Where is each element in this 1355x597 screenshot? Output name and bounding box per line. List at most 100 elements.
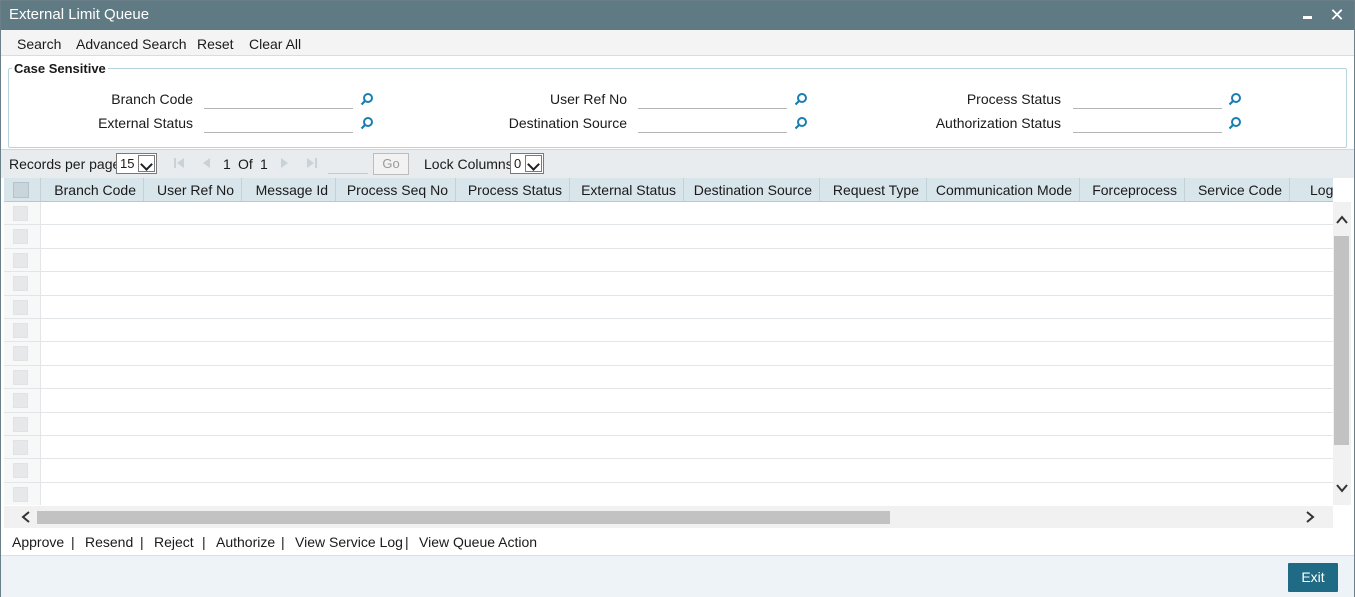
authorize-link[interactable]: Authorize <box>216 534 275 550</box>
table-row[interactable] <box>4 459 1333 483</box>
authorization-status-input[interactable] <box>1073 111 1222 133</box>
row-select-cell <box>4 295 41 318</box>
row-checkbox[interactable] <box>13 369 28 385</box>
row-checkbox[interactable] <box>13 393 28 409</box>
row-checkbox[interactable] <box>13 276 28 292</box>
row-checkbox[interactable] <box>13 206 28 221</box>
column-header-forceprocess[interactable]: Forceprocess <box>1080 178 1185 201</box>
view-service-log-link[interactable]: View Service Log <box>295 534 403 550</box>
row-checkbox[interactable] <box>13 416 28 432</box>
row-select-cell <box>4 342 41 365</box>
view-queue-action-link[interactable]: View Queue Action <box>419 534 537 550</box>
lock-columns-select[interactable]: 0 <box>510 153 544 174</box>
column-header-user-ref-no[interactable]: User Ref No <box>144 178 242 201</box>
separator: | <box>405 534 409 550</box>
separator: | <box>71 534 75 550</box>
vertical-scrollbar[interactable] <box>1333 202 1351 505</box>
table-row[interactable] <box>4 248 1333 273</box>
close-icon[interactable]: ✕ <box>1327 5 1347 25</box>
row-checkbox[interactable] <box>13 299 28 315</box>
external-status-label: External Status <box>98 115 193 131</box>
exit-button[interactable]: Exit <box>1288 563 1338 592</box>
chevron-down-icon <box>525 155 542 172</box>
row-select-cell <box>4 436 41 459</box>
branch-code-lookup-icon[interactable] <box>360 92 374 106</box>
row-select-cell <box>4 225 41 248</box>
current-page: 1 <box>223 156 231 172</box>
row-checkbox[interactable] <box>13 440 28 455</box>
records-per-page-label: Records per page <box>9 156 121 172</box>
first-page-icon[interactable] <box>173 157 185 169</box>
column-header-destination-source[interactable]: Destination Source <box>684 178 820 201</box>
pager-bar: Records per page 15 1 Of 1 Go Lock Colum… <box>1 149 1354 178</box>
records-per-page-select[interactable]: 15 <box>116 153 157 174</box>
external-status-lookup-icon[interactable] <box>360 116 374 130</box>
next-page-icon[interactable] <box>279 157 291 169</box>
go-button[interactable]: Go <box>373 153 409 175</box>
go-to-page-input[interactable] <box>328 155 368 174</box>
search-button[interactable]: Search <box>17 36 61 52</box>
table-row[interactable] <box>4 389 1333 413</box>
row-select-cell <box>4 365 41 389</box>
column-header-process-seq-no[interactable]: Process Seq No <box>336 178 456 201</box>
last-page-icon[interactable] <box>306 157 318 169</box>
footer: Exit <box>1 555 1354 597</box>
horizontal-scrollbar[interactable] <box>4 506 1333 528</box>
table-row[interactable] <box>4 482 1333 505</box>
separator: | <box>202 534 206 550</box>
destination-source-input[interactable] <box>638 111 787 133</box>
row-select-cell <box>4 272 41 295</box>
column-header-communication-mode[interactable]: Communication Mode <box>927 178 1080 201</box>
process-status-label: Process Status <box>966 91 1061 107</box>
minimize-icon[interactable] <box>1298 5 1318 25</box>
branch-code-label: Branch Code <box>111 91 193 107</box>
destination-source-label: Destination Source <box>508 115 627 131</box>
table-row[interactable] <box>4 202 1333 226</box>
horizontal-scroll-thumb[interactable] <box>37 511 890 524</box>
branch-code-input[interactable] <box>204 87 353 109</box>
scroll-up-icon[interactable] <box>1334 212 1350 228</box>
previous-page-icon[interactable] <box>200 157 212 169</box>
advanced-search-button[interactable]: Advanced Search <box>76 36 187 52</box>
user-ref-no-lookup-icon[interactable] <box>794 92 808 106</box>
column-header-request-type[interactable]: Request Type <box>820 178 927 201</box>
clear-all-button[interactable]: Clear All <box>249 36 301 52</box>
destination-source-lookup-icon[interactable] <box>794 116 808 130</box>
row-checkbox[interactable] <box>13 229 28 245</box>
table-row[interactable] <box>4 412 1333 436</box>
reset-button[interactable]: Reset <box>197 36 234 52</box>
scroll-left-icon[interactable] <box>18 509 34 525</box>
table-row[interactable] <box>4 365 1333 390</box>
row-checkbox[interactable] <box>13 346 28 362</box>
user-ref-no-input[interactable] <box>638 87 787 109</box>
approve-link[interactable]: Approve <box>12 534 64 550</box>
process-status-lookup-icon[interactable] <box>1228 92 1242 106</box>
table-row[interactable] <box>4 342 1333 366</box>
table-row[interactable] <box>4 319 1333 343</box>
column-header-message-id[interactable]: Message Id <box>242 178 336 201</box>
table-row[interactable] <box>4 225 1333 249</box>
scroll-right-icon[interactable] <box>1302 509 1318 525</box>
authorization-status-lookup-icon[interactable] <box>1228 116 1242 130</box>
column-header-branch-code[interactable]: Branch Code <box>41 178 144 201</box>
table-row[interactable] <box>4 272 1333 296</box>
column-header-process-status[interactable]: Process Status <box>456 178 570 201</box>
window-title: External Limit Queue <box>9 6 150 23</box>
row-checkbox[interactable] <box>13 486 28 502</box>
action-links-bar: Approve | Resend | Reject | Authorize | … <box>1 529 1354 555</box>
table-row[interactable] <box>4 436 1333 460</box>
column-header-log[interactable]: Log <box>1290 178 1333 201</box>
column-header-service-code[interactable]: Service Code <box>1185 178 1290 201</box>
process-status-input[interactable] <box>1073 87 1222 109</box>
row-checkbox[interactable] <box>13 323 28 338</box>
scroll-down-icon[interactable] <box>1334 480 1350 496</box>
reject-link[interactable]: Reject <box>154 534 194 550</box>
external-status-input[interactable] <box>204 111 353 133</box>
row-checkbox[interactable] <box>13 252 28 268</box>
select-all-checkbox[interactable] <box>13 182 29 198</box>
vertical-scroll-thumb[interactable] <box>1334 236 1349 445</box>
table-row[interactable] <box>4 295 1333 319</box>
column-header-external-status[interactable]: External Status <box>570 178 684 201</box>
resend-link[interactable]: Resend <box>85 534 133 550</box>
row-checkbox[interactable] <box>13 463 28 479</box>
